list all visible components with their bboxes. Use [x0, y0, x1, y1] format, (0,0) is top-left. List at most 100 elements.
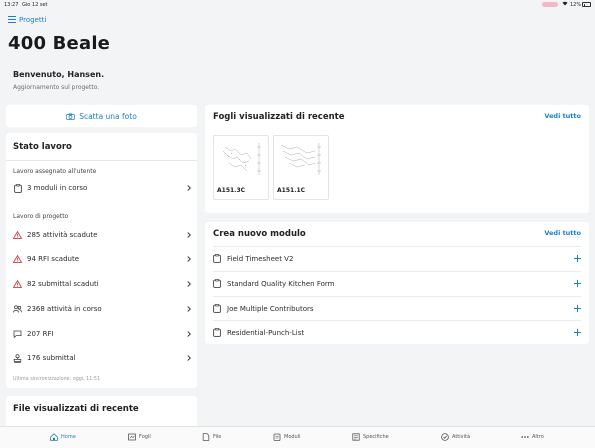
plus-icon[interactable] [574, 255, 581, 262]
clipboard-icon [213, 304, 221, 313]
work-item-rfi[interactable]: 207 RFI [13, 327, 191, 341]
welcome-subtitle: Aggiornamento sul progetto. [13, 84, 100, 91]
people-icon [13, 305, 22, 313]
take-photo-button[interactable]: Scatta una foto [6, 105, 197, 127]
plus-icon[interactable] [574, 329, 581, 336]
chevron-right-icon [187, 256, 191, 262]
work-item-label: 285 attività scadute [27, 231, 98, 239]
work-item-label: 207 RFI [27, 330, 54, 338]
chevron-right-icon [187, 355, 191, 361]
sheets-icon [128, 433, 136, 441]
status-time: 13:27 [4, 2, 19, 8]
form-template-label: Field Timesheet V2 [227, 254, 294, 263]
form-template-label: Residential-Punch-List [227, 328, 305, 337]
tab-sheets[interactable]: Fogli [128, 433, 151, 441]
sheet-thumbnail[interactable]: A151.3C [213, 135, 269, 200]
camera-icon [66, 112, 76, 120]
clipboard-icon [13, 183, 22, 193]
work-item-label: 3 moduli in corso [27, 184, 88, 192]
sheet-name: A151.3C [217, 187, 246, 194]
stamp-icon [13, 353, 22, 363]
divider [6, 160, 197, 161]
recent-sheets-see-all-link[interactable]: Vedi tutto [544, 112, 581, 120]
tab-specs[interactable]: Specifiche [352, 433, 389, 441]
page-title: 400 Beale [8, 33, 111, 54]
new-form-card: Crea nuovo modulo Vedi tutto Field Times… [205, 222, 589, 344]
form-template-label: Standard Quality Kitchen Form [227, 279, 335, 288]
tab-label: Altro [532, 434, 544, 440]
work-item-label: 82 submittal scaduti [27, 280, 99, 288]
sheet-thumbnail[interactable]: A151.1C [273, 135, 329, 200]
tab-files[interactable]: File [202, 433, 221, 441]
file-icon [202, 433, 210, 441]
assigned-work-label: Lavoro assegnato all'utente [13, 168, 97, 175]
work-item-forms-in-progress[interactable]: 3 moduli in corso [13, 181, 191, 195]
work-item-submittals[interactable]: 176 submittal [13, 351, 191, 365]
warning-icon [13, 231, 22, 239]
work-item-overdue-tasks[interactable]: 285 attività scadute [13, 228, 191, 242]
welcome-heading: Benvenuto, Hansen. [13, 70, 105, 79]
chevron-right-icon [187, 306, 191, 312]
tab-more[interactable]: Altro [521, 433, 544, 441]
work-item-overdue-submittals[interactable]: 82 submittal scaduti [13, 277, 191, 291]
tab-tasks[interactable]: Attività [441, 433, 470, 441]
form-template-row[interactable]: Residential-Punch-List [213, 320, 581, 344]
chevron-right-icon [187, 185, 191, 191]
form-template-row[interactable]: Field Timesheet V2 [213, 246, 581, 270]
clipboard-icon [213, 279, 221, 288]
take-photo-label: Scatta una foto [79, 111, 137, 121]
sheet-preview-image [277, 139, 325, 181]
chevron-right-icon [187, 232, 191, 238]
tab-label: Moduli [284, 434, 301, 440]
tab-label: Specifiche [363, 434, 389, 440]
work-item-overdue-rfi[interactable]: 94 RFI scadute [13, 252, 191, 266]
chat-icon [13, 330, 22, 338]
form-template-label: Joe Multiple Contributors [227, 304, 314, 313]
recent-files-card: File visualizzati di recente [6, 396, 197, 426]
bottom-tab-bar: Home Fogli File Moduli Specifiche Attivi… [0, 426, 595, 448]
work-status-card: Stato lavoro Lavoro assegnato all'utente… [6, 133, 197, 388]
plus-icon[interactable] [574, 305, 581, 312]
specs-icon [352, 433, 360, 441]
work-item-label: 94 RFI scadute [27, 255, 80, 263]
warning-icon [13, 280, 22, 288]
tab-label: File [213, 434, 222, 440]
sheet-name: A151.1C [277, 187, 306, 194]
project-work-label: Lavoro di progetto [13, 213, 69, 220]
form-template-row[interactable]: Joe Multiple Contributors [213, 296, 581, 320]
wifi-icon [562, 1, 568, 6]
tab-label: Home [61, 434, 76, 440]
recent-sheets-card: Fogli visualizzati di recente Vedi tutto… [205, 105, 589, 213]
work-status-title: Stato lavoro [13, 142, 72, 152]
list-icon [8, 16, 16, 23]
projects-link-label: Progetti [19, 15, 47, 24]
clipboard-icon [213, 328, 221, 337]
tab-forms[interactable]: Moduli [273, 433, 301, 441]
battery-icon [582, 2, 591, 7]
tab-label: Attività [452, 434, 471, 440]
status-bar: 13:27 Gio 12 set 12% [0, 0, 595, 9]
recent-sheets-title: Fogli visualizzati di recente [213, 112, 345, 122]
work-item-label: 176 submittal [27, 354, 76, 362]
new-form-title: Crea nuovo modulo [213, 229, 306, 239]
battery-percent: 12% [570, 2, 582, 8]
chevron-right-icon [187, 281, 191, 287]
sheet-preview-image [217, 139, 265, 181]
projects-link[interactable]: Progetti [8, 15, 46, 24]
status-date: Gio 12 set [22, 2, 48, 8]
recording-pill-icon [542, 2, 558, 7]
forms-icon [273, 433, 281, 441]
check-circle-icon [441, 433, 449, 441]
warning-icon [13, 255, 22, 263]
new-form-see-all-link[interactable]: Vedi tutto [544, 229, 581, 237]
chevron-right-icon [187, 331, 191, 337]
plus-icon[interactable] [574, 280, 581, 287]
last-sync-note: Ultima sincronizzazione: oggi, 11:51 [13, 377, 101, 382]
recent-files-title: File visualizzati di recente [13, 404, 139, 414]
form-template-row[interactable]: Standard Quality Kitchen Form [213, 271, 581, 295]
work-item-label: 2368 attività in corso [27, 305, 102, 313]
tab-home[interactable]: Home [50, 433, 76, 441]
work-item-tasks-in-progress[interactable]: 2368 attività in corso [13, 302, 191, 316]
more-icon [521, 436, 529, 438]
home-icon [50, 433, 58, 441]
